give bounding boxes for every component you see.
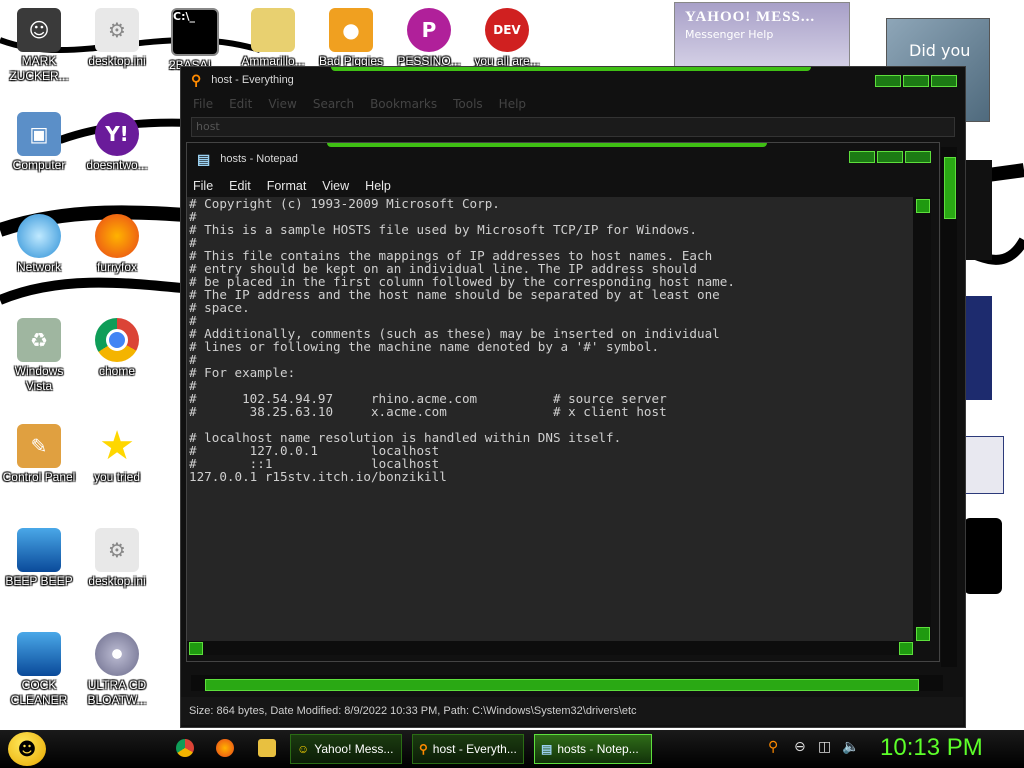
desktop-icon-you-all-are[interactable]: DEV you all are...	[470, 8, 544, 69]
scroll-right-arrow[interactable]	[899, 642, 913, 655]
scroll-down-arrow[interactable]	[916, 627, 930, 641]
menu-search[interactable]: Search	[313, 97, 354, 111]
background-window-fragment	[964, 436, 1004, 494]
desktop-icon-furryfox[interactable]: furryfox	[80, 214, 154, 275]
notepad-icon: ▤	[541, 742, 553, 756]
blue-box-icon	[17, 528, 61, 572]
minimize-button[interactable]	[849, 151, 875, 163]
cd-icon	[95, 632, 139, 676]
desktop-icon-you-tried[interactable]: ★ you tried	[80, 423, 154, 485]
close-button[interactable]	[905, 151, 931, 163]
settings-file-icon: ⚙	[95, 8, 139, 52]
control-panel-icon: ✎	[17, 424, 61, 468]
menu-file[interactable]: File	[193, 179, 213, 193]
everything-horizontal-scrollbar[interactable]	[191, 675, 943, 691]
game-icon: ●	[329, 8, 373, 52]
recycle-bin-icon: ♻	[17, 318, 61, 362]
desktop-icon-network[interactable]: Network	[2, 214, 76, 275]
taskbar-item-yahoo[interactable]: ☺ Yahoo! Mess...	[290, 734, 402, 764]
everything-vertical-scrollbar[interactable]	[941, 147, 957, 667]
everything-status-bar: Size: 864 bytes, Date Modified: 8/9/2022…	[181, 697, 963, 725]
scroll-up-arrow[interactable]	[916, 199, 930, 213]
star-icon: ★	[99, 423, 135, 469]
menu-help[interactable]: Help	[365, 179, 391, 193]
yahoo-icon: ☺	[297, 742, 310, 756]
taskbar: ☻ ☺ Yahoo! Mess... ⚲ host - Everyth... ▤ ho…	[0, 730, 1024, 768]
menu-view[interactable]: View	[322, 179, 349, 193]
maximize-button[interactable]	[903, 75, 929, 87]
menu-format[interactable]: Format	[267, 179, 307, 193]
everything-menubar: File Edit View Search Bookmarks Tools He…	[181, 93, 965, 115]
minus-circle-tray-icon[interactable]: ⊖	[794, 739, 806, 755]
yahoo-messenger-widget[interactable]: YAHOO! MESS... Messenger Help	[674, 2, 850, 74]
close-button[interactable]	[931, 75, 957, 87]
desktop-icon-desktop-ini-2[interactable]: ⚙ desktop.ini	[80, 528, 154, 589]
background-window-fragment	[964, 160, 992, 260]
desktop-icon-desktop-ini[interactable]: ⚙ desktop.ini	[80, 8, 154, 69]
desktop-icon-mark-zucker[interactable]: ☺ MARK ZUCKER...	[2, 8, 76, 84]
taskbar-clock[interactable]: 10:13 PM	[880, 734, 983, 762]
start-button[interactable]: ☻	[8, 732, 46, 766]
blue-box-icon	[17, 632, 61, 676]
notepad-window[interactable]: ▤ hosts - Notepad File Edit Format View …	[186, 142, 940, 662]
person-icon: ☺	[17, 8, 61, 52]
settings-file-icon: ⚙	[95, 528, 139, 572]
desktop-icon-control-panel[interactable]: ✎ Control Panel	[2, 424, 76, 485]
hosts-file-content[interactable]: # Copyright (c) 1993-2009 Microsoft Corp…	[187, 197, 913, 483]
desktop-icon-2basai[interactable]: C:\_ 2BASAI...	[158, 8, 232, 73]
desktop-icon-bad-piggies[interactable]: ● Bad Piggies	[314, 8, 388, 69]
everything-search-input[interactable]: host	[191, 117, 955, 137]
notepad-horizontal-scrollbar[interactable]	[187, 641, 913, 655]
menu-edit[interactable]: Edit	[229, 179, 251, 193]
notepad-icon: ▤	[197, 150, 211, 167]
maximize-button[interactable]	[877, 151, 903, 163]
background-window-fragment	[964, 518, 1002, 594]
everything-tray-icon[interactable]: ⚲	[768, 739, 778, 755]
notepad-vertical-scrollbar[interactable]	[913, 197, 931, 641]
everything-search-icon: ⚲	[191, 71, 202, 88]
menu-view[interactable]: View	[268, 97, 296, 111]
desktop-icon-beep-beep[interactable]: BEEP BEEP	[2, 528, 76, 589]
notepad-titlebar[interactable]: ▤ hosts - Notepad	[187, 143, 939, 175]
scroll-left-arrow[interactable]	[189, 642, 203, 655]
desktop-icon-windows-vista[interactable]: ♻ Windows Vista	[2, 318, 76, 394]
menu-help[interactable]: Help	[499, 97, 526, 111]
notepad-text-area[interactable]: # Copyright (c) 1993-2009 Microsoft Corp…	[187, 197, 913, 641]
chrome-quicklaunch-icon[interactable]	[176, 739, 194, 757]
everything-search-icon: ⚲	[419, 742, 428, 756]
cmd-icon: C:\_	[171, 8, 219, 56]
folder-icon	[251, 8, 295, 52]
menu-edit[interactable]: Edit	[229, 97, 252, 111]
paint-icon: P	[407, 8, 451, 52]
firefox-quicklaunch-icon[interactable]	[216, 739, 234, 757]
yahoo-icon: Y!	[95, 112, 139, 156]
everything-titlebar[interactable]: ⚲ host - Everything	[181, 67, 965, 93]
network-icon	[17, 214, 61, 258]
volume-tray-icon[interactable]: 🔈	[842, 739, 859, 755]
network-tray-icon[interactable]: ◫	[818, 739, 831, 755]
desktop-icon-pessino[interactable]: P PESSINO...	[392, 8, 466, 69]
menu-file[interactable]: File	[193, 97, 213, 111]
desktop-icon-computer[interactable]: ▣ Computer	[2, 112, 76, 173]
desktop-icon-chome[interactable]: chome	[80, 318, 154, 379]
devcpp-icon: DEV	[485, 8, 529, 52]
desktop-icon-ultra-cd[interactable]: ULTRA CD BLOATW...	[80, 632, 154, 708]
text-cursor-icon: I	[559, 331, 565, 352]
desktop-icon-doesntwo[interactable]: Y! doesntwo...	[80, 112, 154, 173]
background-window-fragment	[964, 296, 992, 400]
minimize-button[interactable]	[875, 75, 901, 87]
desktop-icon-cock-cleaner[interactable]: COCK CLEANER	[2, 632, 76, 708]
firefox-icon	[95, 214, 139, 258]
desktop-icon-ammarillo[interactable]: Ammarillo...	[236, 8, 310, 69]
chrome-icon	[95, 318, 139, 362]
computer-icon: ▣	[17, 112, 61, 156]
menu-tools[interactable]: Tools	[453, 97, 483, 111]
menu-bookmarks[interactable]: Bookmarks	[370, 97, 437, 111]
taskbar-item-notepad[interactable]: ▤ hosts - Notep...	[534, 734, 652, 764]
notepad-menubar: File Edit Format View Help	[187, 175, 939, 197]
taskbar-item-everything[interactable]: ⚲ host - Everyth...	[412, 734, 524, 764]
explorer-quicklaunch-icon[interactable]	[258, 739, 276, 757]
